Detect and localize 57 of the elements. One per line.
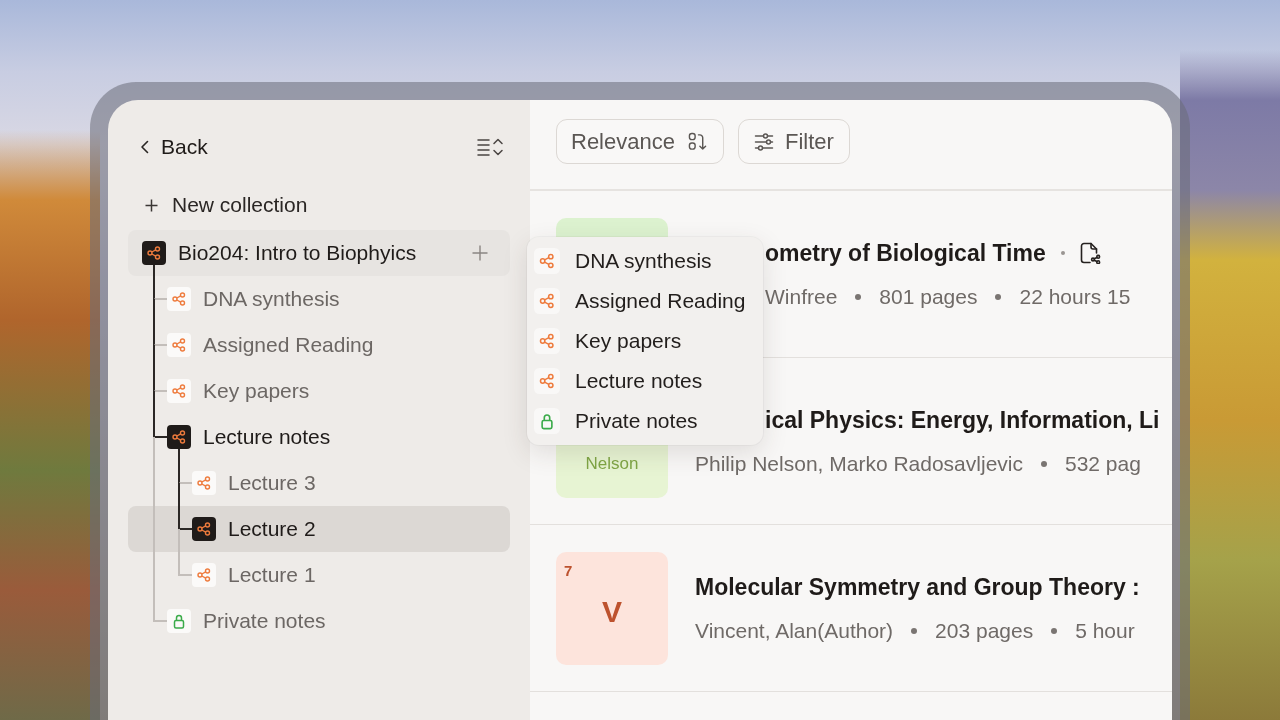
tree-item[interactable]: Assigned Reading [128, 322, 510, 368]
separator-dot-icon [1060, 251, 1065, 255]
tree-item[interactable]: Lecture 1 [128, 552, 510, 598]
book-title[interactable]: ical Physics: Energy, Information, Li [765, 405, 1160, 435]
share-icon [167, 333, 191, 357]
share-icon [534, 288, 560, 314]
menu-item[interactable]: Key papers [527, 321, 763, 361]
tree-item[interactable]: DNA synthesis [128, 276, 510, 322]
share-icon [167, 379, 191, 403]
book-title[interactable]: Molecular Symmetry and Group Theory : [695, 572, 1140, 602]
cover-letter: V [602, 594, 622, 629]
tree-item[interactable]: Key papers [128, 368, 510, 414]
list-chevrons-icon[interactable] [477, 137, 505, 157]
meta-text: Winfree [765, 285, 838, 309]
meta-text: 532 pag [1065, 452, 1141, 476]
sort-icon [687, 132, 707, 151]
menu-item[interactable]: Private notes [527, 401, 763, 441]
tree-item[interactable]: Private notes [128, 598, 510, 644]
new-collection-button[interactable]: New collection [128, 184, 308, 226]
cover-author: Nelson [585, 454, 639, 474]
share-icon [167, 287, 191, 311]
chevron-left-icon [140, 140, 149, 154]
share-icon [192, 517, 216, 541]
cover-number: 7 [564, 562, 573, 580]
share-icon [192, 563, 216, 587]
sort-button[interactable]: Relevance [556, 119, 724, 164]
lock-icon [167, 609, 191, 633]
bullet-icon [911, 628, 918, 634]
menu-item[interactable]: Assigned Reading [527, 281, 763, 321]
bullet-icon [1041, 461, 1047, 467]
meta-text: 22 hours 15 [1019, 285, 1131, 309]
share-icon [534, 368, 560, 394]
tree-item[interactable]: Lecture 3 [128, 460, 510, 506]
menu-item[interactable]: Lecture notes [527, 361, 763, 401]
meta-text: Philip Nelson, Marko Radosavljevic [695, 452, 1023, 476]
meta-text: 801 pages [879, 285, 978, 309]
bullet-icon [995, 294, 1002, 300]
sliders-icon [753, 131, 774, 152]
bullet-icon [1051, 628, 1058, 634]
menu-item[interactable]: DNA synthesis [527, 241, 763, 281]
share-icon [192, 471, 216, 495]
meta-text: 5 hour [1075, 619, 1135, 643]
share-icon [534, 328, 560, 354]
meta-text: Vincent, Alan(Author) [695, 619, 894, 643]
plus-icon [145, 198, 158, 212]
share-icon [167, 425, 191, 449]
filter-button[interactable]: Filter [737, 119, 850, 164]
back-button[interactable]: Back [140, 126, 208, 168]
meta-text: 203 pages [935, 619, 1034, 643]
share-icon [534, 248, 560, 274]
tree-item[interactable]: Lecture 2 [128, 506, 510, 552]
book-title[interactable]: ometry of Biological Time [765, 238, 1046, 268]
tree-item[interactable]: Lecture notes [128, 414, 510, 460]
lock-icon [534, 408, 560, 434]
bullet-icon [855, 294, 862, 300]
share-icon [142, 241, 166, 265]
tree-item[interactable]: Bio204: Intro to Biophyics [128, 230, 510, 276]
